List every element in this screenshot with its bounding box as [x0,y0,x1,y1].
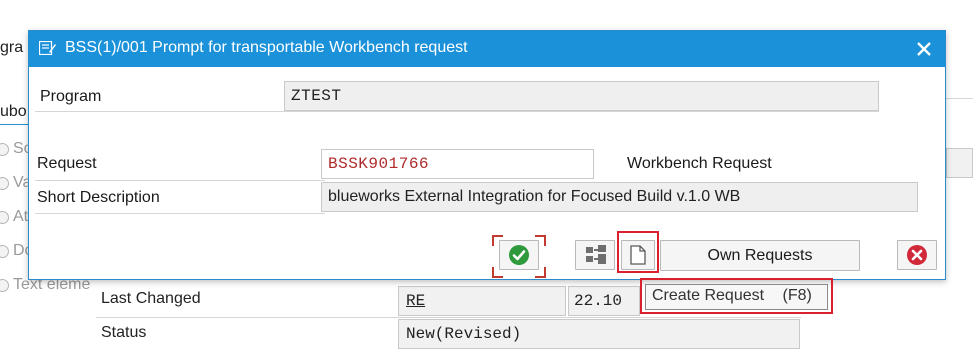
request-number-field[interactable]: BSSK901766 [321,149,594,179]
background-field-right [946,148,973,178]
status-label: Status [101,324,147,341]
radio-va[interactable] [0,177,9,190]
close-icon[interactable] [911,35,937,63]
dialog-title: BSS(1)/001 Prompt for transportable Work… [65,39,468,56]
last-changed-label: Last Changed [101,290,201,307]
own-requests-label: Own Requests [707,247,813,264]
radio-so[interactable] [0,143,9,156]
own-requests-button[interactable]: Own Requests [660,240,860,271]
focus-corner-bl [492,267,503,278]
checkmark-icon [509,245,529,265]
tooltip-highlight [640,278,833,314]
focus-corner-tr [535,235,546,246]
hierarchy-button[interactable] [575,240,615,270]
radio-text-elements[interactable] [0,279,9,292]
request-label: Request [37,155,97,172]
radio-label-at: At [13,208,29,225]
request-divider [35,180,325,181]
background-program-fragment: gra [0,39,24,56]
radio-do[interactable] [0,245,9,258]
background-row-divider [96,317,801,318]
short-description-field[interactable]: blueworks External Integration for Focus… [321,182,918,212]
hierarchy-icon [586,245,606,264]
cancel-icon [907,245,927,265]
focus-corner-tl [492,235,503,246]
cancel-button[interactable] [897,240,937,270]
create-request-highlight [617,231,659,273]
radio-at[interactable] [0,211,9,224]
background-divider [946,98,973,99]
short-description-divider [35,213,325,214]
request-type-text: Workbench Request [627,155,772,172]
last-changed-date-field: 22.10 [568,286,640,316]
continue-button[interactable] [499,240,539,270]
document-edit-icon [39,41,56,55]
program-field: ZTEST [284,81,879,111]
focus-corner-br [535,267,546,278]
transport-request-dialog: BSS(1)/001 Prompt for transportable Work… [28,30,946,280]
background-tab-underline [0,124,30,125]
program-divider [35,111,879,112]
program-label: Program [40,88,102,105]
last-changed-user-field: RE [398,286,566,316]
short-description-label: Short Description [37,189,160,206]
dialog-titlebar: BSS(1)/001 Prompt for transportable Work… [29,31,945,67]
background-subobject-fragment: ubo [0,103,27,120]
status-field: New(Revised) [398,319,800,349]
